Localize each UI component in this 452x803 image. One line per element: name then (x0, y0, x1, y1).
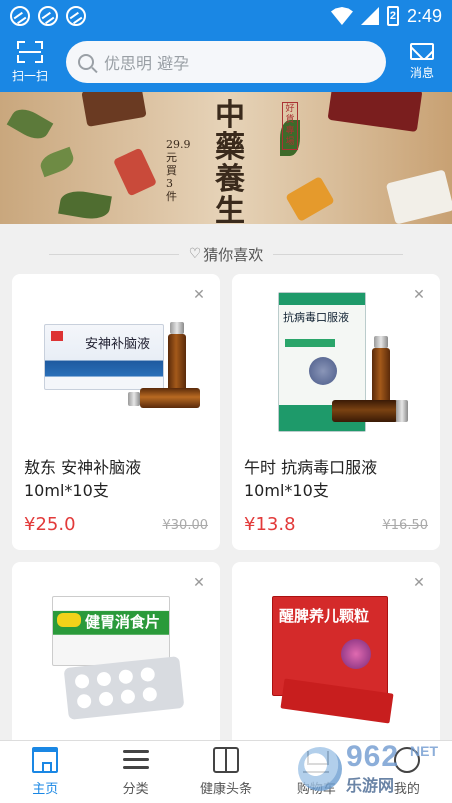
watermark-net: NET (410, 743, 438, 759)
status-bar: 2 2:49 (0, 0, 452, 32)
section-title: ♡ 猜你喜欢 (0, 238, 452, 270)
notification-icon (66, 6, 86, 26)
package-stripe (279, 293, 365, 305)
package-box: 安神补脑液 (44, 324, 164, 390)
product-box-decoration (285, 176, 335, 222)
product-original-price: ¥16.50 (382, 518, 429, 533)
product-card[interactable]: ✕ 健胃消食片 (12, 562, 220, 762)
messages-label: 消息 (409, 66, 434, 80)
banner-offer: 29.9元買3件 (166, 138, 191, 203)
product-image: 醒脾养儿颗粒 (242, 576, 430, 736)
home-icon (32, 747, 59, 773)
blister-pack (63, 656, 185, 720)
watermark-site: 乐游网 (346, 778, 395, 795)
notification-icon (10, 6, 30, 26)
product-box-decoration (81, 92, 147, 127)
package-box: 健胃消食片 (52, 596, 170, 666)
product-price: ¥13.8 (244, 514, 296, 535)
messages-button[interactable]: 消息 (392, 32, 452, 92)
vial (140, 388, 200, 408)
banner-seal: 好貨專場 (282, 102, 298, 150)
scan-label: 扫一扫 (11, 68, 48, 83)
book-icon (213, 747, 240, 773)
banner-title-block: 中藥養生 29.9元買3件 好貨專場 (166, 100, 298, 224)
battery-icon: 2 (386, 6, 399, 26)
notification-icon (38, 6, 58, 26)
search-placeholder: 优思明 避孕 (104, 54, 190, 73)
site-watermark: 962 乐游网 NET (298, 741, 448, 797)
tablets (74, 673, 90, 690)
search-icon (78, 54, 94, 70)
product-card[interactable]: ✕ 安神补脑液 敖东 安神补脑液 10ml*10支 ¥25.0 ¥30.00 (12, 274, 220, 550)
vial-cap (374, 336, 388, 348)
wifi-icon (330, 7, 353, 25)
signal-icon (360, 7, 379, 25)
vial-cap (396, 400, 408, 422)
product-box-decoration (112, 147, 158, 197)
vial-cap (128, 392, 140, 406)
nav-label: 健康头条 (200, 782, 253, 797)
product-box-decoration (385, 169, 452, 224)
product-image: 安神补脑液 (22, 288, 210, 448)
package-label: 抗病毒口服液 (283, 311, 349, 324)
vial (168, 334, 186, 394)
watermark-logo-icon (298, 747, 342, 791)
status-time: 2:49 (406, 5, 442, 26)
nav-home[interactable]: 主页 (0, 741, 90, 803)
molecule-graphic (309, 357, 337, 385)
product-name: 敖东 安神补脑液 10ml*10支 (24, 458, 142, 500)
vial (332, 400, 398, 422)
leaf-decoration (37, 146, 77, 178)
app-header: 扫一扫 优思明 避孕 消息 (0, 32, 452, 92)
heart-icon: ♡ (188, 246, 202, 262)
package-label: 醒脾养儿颗粒 (279, 607, 370, 625)
flower-graphic (341, 639, 371, 669)
brand-logo-icon (51, 331, 63, 341)
mail-icon (410, 43, 434, 60)
scan-button[interactable]: 扫一扫 (0, 32, 60, 92)
scan-icon (17, 40, 43, 63)
list-icon (122, 747, 149, 773)
product-card[interactable]: ✕ 抗病毒口服液 午时 抗病毒口服液 10ml*10支 ¥13.8 ¥16.50 (232, 274, 440, 550)
product-image: 抗病毒口服液 (242, 288, 430, 448)
product-price: ¥25.0 (24, 514, 76, 535)
banner-title: 中藥養生 (215, 98, 245, 225)
brand-logo-icon (57, 613, 81, 627)
nav-category[interactable]: 分类 (90, 741, 180, 803)
nav-health-news[interactable]: 健康头条 (181, 741, 271, 803)
package-label: 安神补脑液 (85, 337, 151, 352)
product-name: 午时 抗病毒口服液 10ml*10支 (244, 458, 378, 500)
leaf-decoration (6, 103, 54, 145)
product-box-decoration (327, 92, 423, 133)
vial-cap (170, 322, 184, 334)
promo-banner[interactable]: 中藥養生 29.9元買3件 好貨專場 (0, 92, 452, 224)
section-title-text: 猜你喜欢 (203, 245, 264, 264)
search-input[interactable]: 优思明 避孕 (66, 41, 386, 83)
leaf-decoration (58, 187, 112, 223)
notification-icons (10, 6, 86, 26)
product-original-price: ¥30.00 (162, 518, 209, 533)
nav-label: 分类 (122, 782, 149, 797)
package-label: 健胃消食片 (85, 613, 161, 631)
watermark-number: 962 (346, 740, 400, 773)
product-card[interactable]: ✕ 醒脾养儿颗粒 (232, 562, 440, 762)
nav-label: 主页 (32, 782, 59, 797)
product-image: 健胃消食片 (22, 576, 210, 736)
